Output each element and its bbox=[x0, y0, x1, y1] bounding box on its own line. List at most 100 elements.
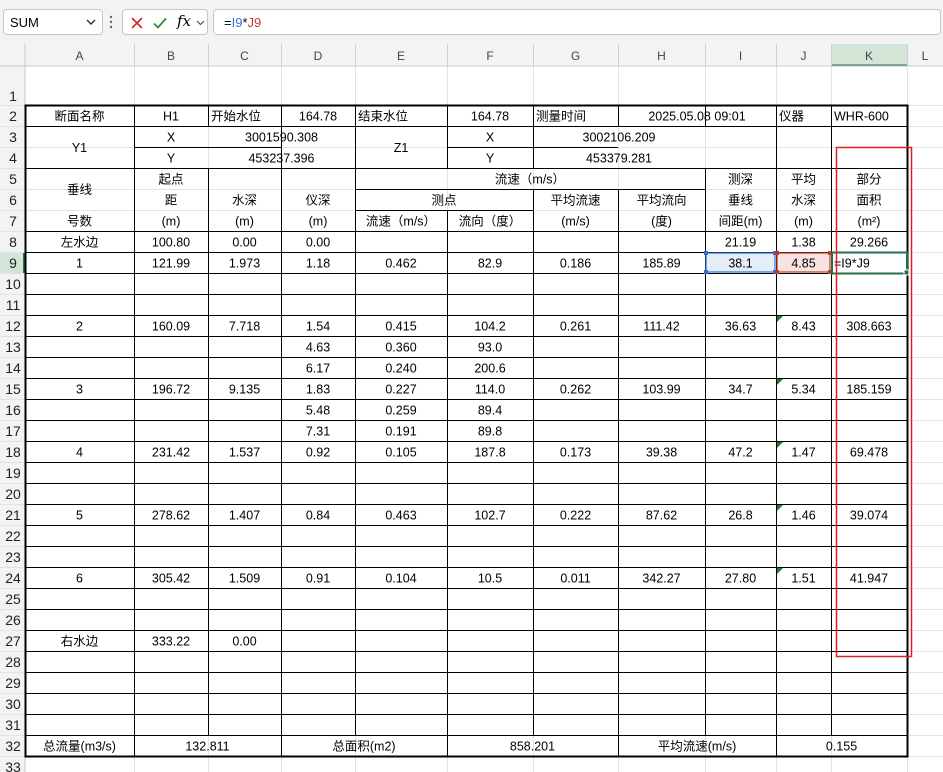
cell-k5[interactable]: 部分 bbox=[856, 172, 881, 187]
row-header-11[interactable]: 11 bbox=[6, 297, 21, 313]
cell-h21[interactable]: 87.62 bbox=[646, 509, 677, 523]
cell-g2[interactable]: 测量时间 bbox=[536, 110, 586, 124]
cell-c24[interactable]: 1.509 bbox=[229, 572, 260, 586]
row-header-29[interactable]: 29 bbox=[5, 675, 21, 691]
cell-d32[interactable]: 总面积(m2) bbox=[332, 740, 395, 754]
cell-d8[interactable]: 0.00 bbox=[306, 236, 330, 250]
row-header-33[interactable]: 33 bbox=[5, 759, 21, 772]
column-header-c[interactable]: C bbox=[240, 49, 249, 63]
cell-a5[interactable]: 垂线 bbox=[67, 183, 93, 197]
cell-c7[interactable]: (m) bbox=[235, 215, 254, 229]
cell-h9[interactable]: 185.89 bbox=[642, 257, 680, 271]
cell-a18[interactable]: 4 bbox=[76, 446, 83, 460]
row-header-7[interactable]: 7 bbox=[9, 213, 17, 229]
cell-j32[interactable]: 0.155 bbox=[826, 740, 857, 754]
cell-e14[interactable]: 0.240 bbox=[385, 362, 416, 376]
cell-f15[interactable]: 114.0 bbox=[475, 383, 505, 397]
cell-e21[interactable]: 0.463 bbox=[385, 509, 416, 523]
row-header-14[interactable]: 14 bbox=[5, 360, 21, 376]
cell-b4[interactable]: Y bbox=[167, 152, 176, 166]
cell-j24[interactable]: 1.51 bbox=[791, 572, 815, 586]
cell-c3[interactable]: 3001590.308 bbox=[245, 131, 318, 145]
cell-i15[interactable]: 34.7 bbox=[728, 383, 752, 397]
cell-b3[interactable]: X bbox=[167, 131, 176, 145]
cell-e3[interactable]: Z1 bbox=[394, 141, 409, 155]
cell-k21[interactable]: 39.074 bbox=[850, 509, 888, 523]
column-header-h[interactable]: H bbox=[657, 49, 666, 63]
cell-b9[interactable]: 121.99 bbox=[152, 257, 190, 271]
cell-j12[interactable]: 8.43 bbox=[791, 320, 815, 334]
spreadsheet-grid[interactable]: A B C D E F G H I J K L 1 2 3 4 5 6 7 8 9 10 11 12 13 14 15 16 17 18 1… bbox=[0, 44, 943, 772]
cell-g18[interactable]: 0.173 bbox=[560, 446, 591, 460]
cell-d7[interactable]: (m) bbox=[309, 215, 328, 229]
cell-d15[interactable]: 1.83 bbox=[306, 383, 330, 397]
cell-g12[interactable]: 0.261 bbox=[560, 320, 591, 334]
cell-c15[interactable]: 9.135 bbox=[229, 383, 260, 397]
row-header-31[interactable]: 31 bbox=[5, 717, 21, 733]
cancel-icon[interactable] bbox=[129, 15, 145, 31]
row-header-18[interactable]: 18 bbox=[5, 444, 21, 460]
cell-c8[interactable]: 0.00 bbox=[232, 236, 256, 250]
row-header-6[interactable]: 6 bbox=[9, 192, 17, 208]
cell-e13[interactable]: 0.360 bbox=[385, 341, 416, 355]
cell-k24[interactable]: 41.947 bbox=[850, 572, 888, 586]
row-header-24[interactable]: 24 bbox=[5, 570, 21, 586]
cell-b18[interactable]: 231.42 bbox=[152, 446, 190, 460]
cell-g21[interactable]: 0.222 bbox=[560, 509, 591, 523]
cell-a15[interactable]: 3 bbox=[76, 383, 83, 397]
column-header-a[interactable]: A bbox=[75, 49, 83, 63]
cell-f17[interactable]: 89.8 bbox=[478, 425, 502, 439]
cell-h18[interactable]: 39.38 bbox=[646, 446, 677, 460]
cell-b5[interactable]: 起点 bbox=[158, 173, 183, 187]
cell-f13[interactable]: 93.0 bbox=[478, 341, 502, 355]
cell-e17[interactable]: 0.191 bbox=[385, 425, 416, 439]
cell-b24[interactable]: 305.42 bbox=[152, 572, 190, 586]
cell-g9[interactable]: 0.186 bbox=[560, 257, 591, 271]
column-header-i[interactable]: I bbox=[739, 49, 742, 63]
formula-input[interactable]: =I9*J9 bbox=[213, 9, 941, 35]
cell-c9[interactable]: 1.973 bbox=[229, 257, 260, 271]
cell-d13[interactable]: 4.63 bbox=[306, 341, 330, 355]
cell-d9[interactable]: 1.18 bbox=[306, 257, 330, 271]
cell-a21[interactable]: 5 bbox=[76, 509, 83, 523]
cell-k18[interactable]: 69.478 bbox=[850, 446, 888, 460]
cell-i21[interactable]: 26.8 bbox=[728, 509, 752, 523]
row-header-28[interactable]: 28 bbox=[5, 654, 21, 670]
cell-h7[interactable]: (度) bbox=[651, 214, 672, 229]
cell-b15[interactable]: 196.72 bbox=[152, 383, 190, 397]
confirm-check-icon[interactable] bbox=[152, 15, 168, 31]
cell-b6[interactable]: 距 bbox=[165, 194, 178, 208]
row-header-8[interactable]: 8 bbox=[9, 234, 17, 250]
cell-h12[interactable]: 111.42 bbox=[643, 320, 679, 334]
cell-g6[interactable]: 平均流速 bbox=[550, 194, 601, 208]
cell-b12[interactable]: 160.09 bbox=[152, 320, 190, 334]
cell-a24[interactable]: 6 bbox=[76, 572, 83, 586]
error-indicator-icon[interactable] bbox=[777, 379, 783, 385]
row-header-13[interactable]: 13 bbox=[5, 339, 21, 355]
cell-d24[interactable]: 0.91 bbox=[306, 572, 330, 586]
more-vertical-icon[interactable] bbox=[109, 14, 113, 30]
cell-f3[interactable]: X bbox=[486, 131, 495, 145]
cell-b27[interactable]: 333.22 bbox=[152, 635, 190, 649]
chevron-down-icon[interactable] bbox=[85, 16, 97, 28]
cell-a9[interactable]: 1 bbox=[76, 257, 83, 271]
cell-f7[interactable]: 流向（度） bbox=[459, 214, 522, 229]
row-header-17[interactable]: 17 bbox=[5, 423, 21, 439]
cell-e6[interactable]: 测点 bbox=[431, 194, 456, 208]
cell-i18[interactable]: 47.2 bbox=[728, 446, 752, 460]
row-header-15[interactable]: 15 bbox=[5, 381, 21, 397]
cell-j18[interactable]: 1.47 bbox=[791, 446, 815, 460]
insert-function-button[interactable]: fx bbox=[177, 12, 191, 30]
column-header-d[interactable]: D bbox=[314, 49, 323, 63]
cell-i9[interactable]: 38.1 bbox=[728, 257, 752, 271]
cell-c5[interactable]: 水深 bbox=[232, 194, 257, 208]
cell-c4[interactable]: 453237.396 bbox=[248, 152, 314, 166]
row-header-27[interactable]: 27 bbox=[5, 633, 21, 649]
cell-f4[interactable]: Y bbox=[486, 152, 495, 166]
column-header-l[interactable]: L bbox=[922, 49, 929, 63]
cell-h24[interactable]: 342.27 bbox=[642, 572, 680, 586]
row-header-30[interactable]: 30 bbox=[5, 696, 21, 712]
cell-f2[interactable]: 164.78 bbox=[471, 110, 509, 124]
cell-k2[interactable]: WHR-600 bbox=[834, 110, 889, 124]
cell-d5[interactable]: 仪深 bbox=[305, 194, 330, 208]
